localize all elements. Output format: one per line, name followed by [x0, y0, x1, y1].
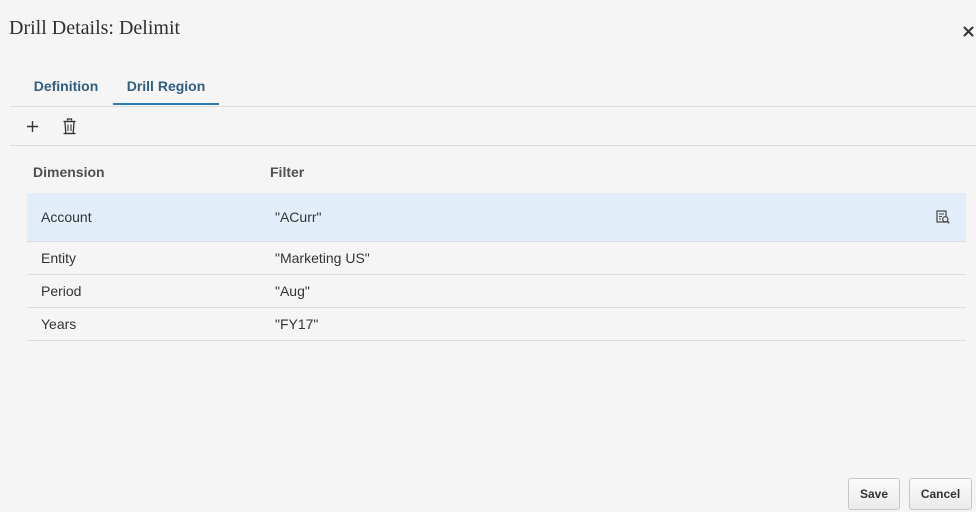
- table-row[interactable]: Period "Aug": [27, 275, 966, 308]
- filter-cell[interactable]: "ACurr": [275, 193, 322, 241]
- table-row[interactable]: Entity "Marketing US": [27, 242, 966, 275]
- tab-label: Definition: [33, 78, 99, 94]
- member-selector-icon[interactable]: [936, 210, 950, 224]
- toolbar-divider: [10, 145, 976, 146]
- trash-icon[interactable]: [62, 118, 77, 135]
- dialog-title: Drill Details: Delimit: [9, 17, 181, 39]
- tab-underline: [113, 103, 219, 105]
- tab-label: Drill Region: [126, 78, 206, 94]
- dimension-cell: Years: [41, 316, 77, 332]
- plus-icon[interactable]: [25, 119, 40, 134]
- table-row[interactable]: Years "FY17": [27, 308, 966, 341]
- tab-drill-region[interactable]: Drill Region: [113, 74, 219, 105]
- tab-divider: [10, 106, 976, 107]
- dimension-cell: Entity: [41, 250, 77, 266]
- filter-cell[interactable]: "Aug": [275, 275, 310, 307]
- filter-cell[interactable]: "FY17": [275, 308, 318, 340]
- table-row[interactable]: Account "ACurr": [27, 193, 966, 242]
- close-icon[interactable]: [963, 26, 974, 37]
- tab-definition[interactable]: Definition: [20, 74, 112, 104]
- column-header-filter[interactable]: Filter: [270, 163, 304, 181]
- column-header-dimension[interactable]: Dimension: [33, 163, 105, 181]
- save-button[interactable]: Save: [848, 478, 900, 510]
- filter-cell[interactable]: "Marketing US": [275, 242, 370, 274]
- dimension-cell: Period: [41, 283, 82, 299]
- cancel-button[interactable]: Cancel: [909, 478, 972, 510]
- dimension-cell: Account: [41, 209, 92, 225]
- tab-underline: [20, 103, 112, 105]
